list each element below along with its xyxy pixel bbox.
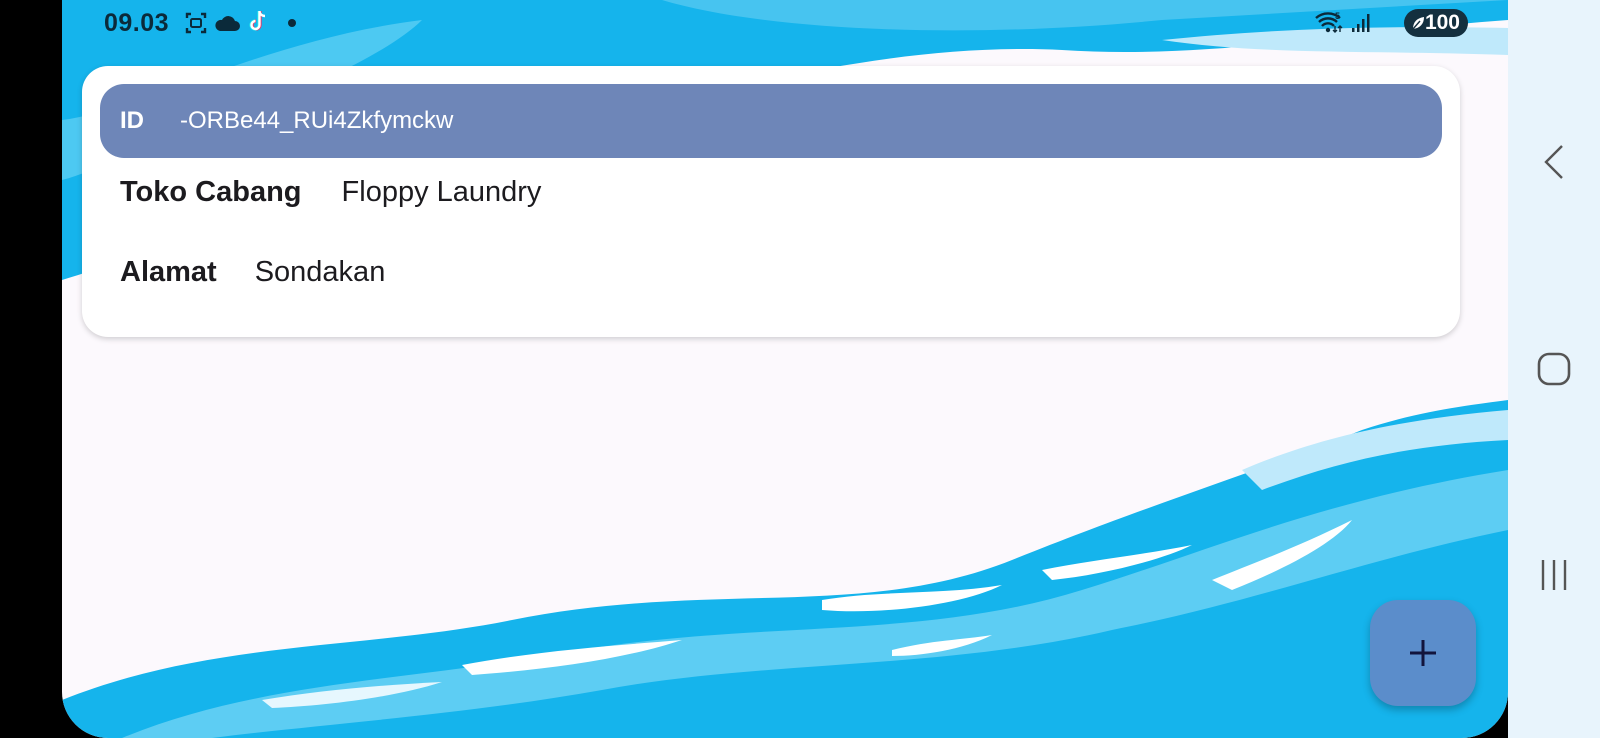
navigation-bar [1508,0,1600,738]
back-button[interactable] [1508,140,1600,184]
branch-label: Toko Cabang [120,176,302,208]
store-id-label: ID [120,107,144,134]
address-value: Sondakan [254,256,386,288]
status-bar: 09.03 5 100 [62,0,1508,46]
address-row: Alamat Sondakan [120,256,385,289]
clock-time: 09.03 [104,9,170,37]
store-card[interactable]: ID -ORBe44_RUi4Zkfymckw Toko Cabang Flop… [82,66,1460,337]
battery-level: 100 [1424,11,1460,34]
branch-row: Toko Cabang Floppy Laundry [120,176,541,209]
screenshot-icon [184,11,208,40]
store-id-value: -ORBe44_RUi4Zkfymckw [180,107,454,134]
plus-icon [1410,640,1436,666]
branch-value: Floppy Laundry [341,176,542,208]
back-icon [1544,145,1563,179]
recents-button[interactable] [1508,555,1600,595]
recents-icon [1541,560,1567,590]
svg-text:5: 5 [1335,11,1340,21]
add-store-button[interactable] [1370,600,1476,706]
home-icon [1537,352,1571,386]
wifi-icon: 5 [1314,10,1344,41]
tiktok-icon [246,9,270,40]
notification-dot-icon [288,19,296,27]
home-button[interactable] [1508,349,1600,389]
battery-icon: 100 [1404,9,1468,37]
address-label: Alamat [120,256,217,288]
signal-icon [1350,12,1372,39]
store-id-row: ID -ORBe44_RUi4Zkfymckw [100,84,1442,158]
app-screen: 09.03 5 100 ID -ORBe44_RUi4Zkfymckw Toko… [62,0,1508,738]
cloud-icon [214,13,240,38]
